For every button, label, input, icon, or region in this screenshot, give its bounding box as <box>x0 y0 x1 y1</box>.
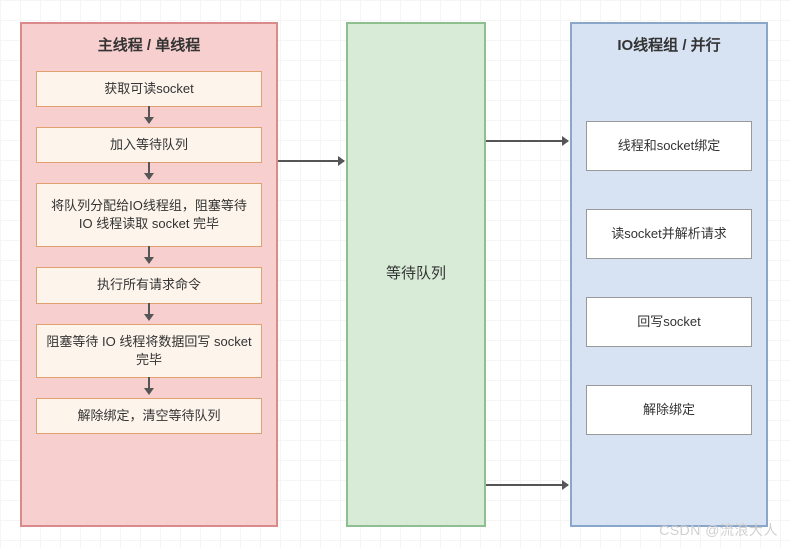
arrow-right-icon <box>486 484 568 486</box>
wait-queue-panel: 等待队列 <box>346 22 486 527</box>
watermark: CSDN @流浪大人 <box>659 520 778 540</box>
step-enqueue: 加入等待队列 <box>36 127 262 163</box>
arrow-down-icon <box>144 257 154 264</box>
step-get-socket: 获取可读socket <box>36 71 262 107</box>
io-thread-panel: IO线程组 / 并行 线程和socket绑定 读socket并解析请求 回写so… <box>570 22 768 527</box>
wait-queue-label: 等待队列 <box>386 262 446 283</box>
step-wait-writeback: 阻塞等待 IO 线程将数据回写 socket 完毕 <box>36 324 262 378</box>
arrow-down-icon <box>144 388 154 395</box>
step-assign-io: 将队列分配给IO线程组，阻塞等待 IO 线程读取 socket 完毕 <box>36 183 262 247</box>
main-thread-panel: 主线程 / 单线程 获取可读socket 加入等待队列 将队列分配给IO线程组，… <box>20 22 278 527</box>
arrow-right-icon <box>486 140 568 142</box>
io-thread-stack: 线程和socket绑定 读socket并解析请求 回写socket 解除绑定 <box>586 121 752 435</box>
io-step-bind: 线程和socket绑定 <box>586 121 752 171</box>
io-step-unbind: 解除绑定 <box>586 385 752 435</box>
main-thread-flow: 获取可读socket 加入等待队列 将队列分配给IO线程组，阻塞等待 IO 线程… <box>36 71 262 434</box>
io-step-writeback: 回写socket <box>586 297 752 347</box>
io-thread-title: IO线程组 / 并行 <box>617 34 720 55</box>
arrow-down-icon <box>144 314 154 321</box>
step-unbind-clear: 解除绑定，清空等待队列 <box>36 398 262 434</box>
io-step-read-parse: 读socket并解析请求 <box>586 209 752 259</box>
arrow-down-icon <box>144 117 154 124</box>
arrow-right-icon <box>278 160 344 162</box>
arrow-down-icon <box>144 173 154 180</box>
main-thread-title: 主线程 / 单线程 <box>98 34 201 55</box>
step-execute: 执行所有请求命令 <box>36 267 262 303</box>
